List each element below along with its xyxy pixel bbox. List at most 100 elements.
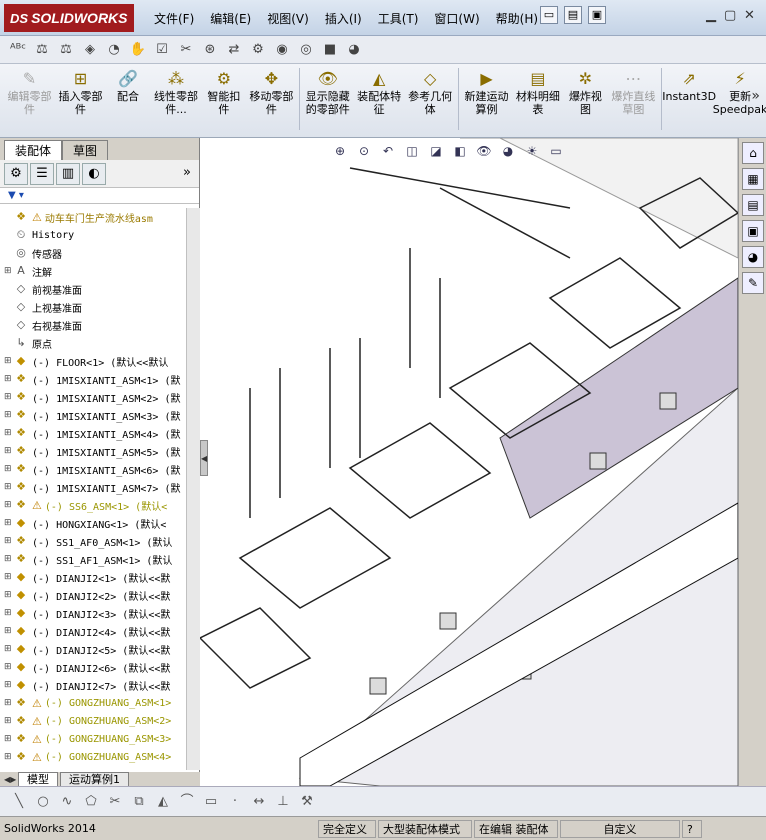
expand-icon[interactable]: ⊞	[4, 734, 14, 744]
circle-icon[interactable]: ○	[34, 793, 52, 811]
expand-icon[interactable]: ⊞	[4, 590, 14, 600]
expand-icon[interactable]: ⊞	[4, 428, 14, 438]
tree-item[interactable]: ◇ 上视基准面	[0, 298, 186, 316]
scenes-icon[interactable]: ☀	[522, 142, 542, 160]
repair-icon[interactable]: ⚒	[298, 793, 316, 811]
command-button[interactable]: 👁 显示隐藏的零部件	[302, 64, 354, 116]
help-icon[interactable]: ?	[682, 819, 702, 838]
expand-icon[interactable]: ⊞	[4, 266, 14, 276]
zoom-to-fit-icon[interactable]: ⊕	[330, 142, 350, 160]
expand-icon[interactable]: ⊞	[4, 374, 14, 384]
point-icon[interactable]: ·	[226, 793, 244, 811]
command-tab[interactable]: 装配体	[4, 140, 63, 160]
menu-item[interactable]: 窗口(W)	[426, 10, 487, 27]
hide-show-items-icon[interactable]: 👁	[474, 142, 494, 160]
tree-item[interactable]: ⊞ ◆ (-) DIANJI2<7> (默认<<默	[0, 676, 186, 694]
tree-item[interactable]: ⊞ ❖ ⚠ (-) GONGZHUANG_ASM<1>	[0, 694, 186, 712]
custom-properties-icon[interactable]: ✎	[742, 272, 764, 294]
expand-icon[interactable]: ⊞	[4, 464, 14, 474]
file-explorer-icon[interactable]: ▤	[742, 194, 764, 216]
command-button[interactable]: ✲ 爆炸视图	[563, 64, 607, 116]
more-commands-icon[interactable]: »	[751, 88, 760, 104]
solidworks-resources-icon[interactable]: ⌂	[742, 142, 764, 164]
command-button[interactable]: ✥ 移动零部件	[246, 64, 297, 116]
command-button[interactable]: ⋯ 爆炸直线草图	[607, 64, 659, 116]
render-icon[interactable]: ◉	[272, 40, 292, 60]
tree-item[interactable]: ⊞ ◆ (-) DIANJI2<3> (默认<<默	[0, 604, 186, 622]
command-button[interactable]: ⊞ 插入零部件	[55, 64, 106, 116]
performance-icon[interactable]: ◔	[104, 40, 124, 60]
design-library-icon[interactable]: ▦	[742, 168, 764, 190]
tree-item[interactable]: ⊞ ◆ (-) DIANJI2<2> (默认<<默	[0, 586, 186, 604]
spellcheck-icon[interactable]: ᴬᴮᶜ	[8, 40, 28, 60]
tab-model[interactable]: 模型	[18, 771, 58, 787]
rectangle-icon[interactable]: ▭	[202, 793, 220, 811]
tree-item[interactable]: ⊞ ◆ (-) FLOOR<1> (默认<<默认	[0, 352, 186, 370]
expand-panel-icon[interactable]: »	[181, 163, 193, 185]
menu-item[interactable]: 帮助(H)	[488, 10, 546, 27]
tree-item[interactable]: ↳ 原点	[0, 334, 186, 352]
mass-properties-icon[interactable]: ⚖	[56, 40, 76, 60]
edit-appearance-icon[interactable]: ◕	[498, 142, 518, 160]
configuration-manager-tab-icon[interactable]: ▥	[56, 162, 80, 185]
expand-icon[interactable]: ⊞	[4, 518, 14, 528]
tree-item[interactable]: ⊞ ❖ (-) 1MISXIANTI_ASM<5> (默	[0, 442, 186, 460]
hole-align-icon[interactable]: ⊛	[200, 40, 220, 60]
tree-item[interactable]: ⊞ ❖ (-) 1MISXIANTI_ASM<7> (默	[0, 478, 186, 496]
relation-icon[interactable]: ⊥	[274, 793, 292, 811]
tree-scrollbar[interactable]	[186, 208, 200, 770]
menu-item[interactable]: 编辑(E)	[202, 10, 259, 27]
status-units[interactable]: 自定义	[560, 819, 680, 838]
zoom-area-icon[interactable]: ⊙	[354, 142, 374, 160]
command-button[interactable]: ⁂ 线性零部件...	[150, 64, 202, 116]
sustainability-icon[interactable]: ◎	[296, 40, 316, 60]
tree-item[interactable]: ⊞ ◆ (-) DIANJI2<1> (默认<<默	[0, 568, 186, 586]
filter-icon[interactable]: ▼ ▾	[0, 188, 199, 204]
tree-item[interactable]: ⊞ ❖ (-) SS1_AF0_ASM<1> (默认	[0, 532, 186, 550]
command-button[interactable]: ▤ 材料明细表	[512, 64, 563, 116]
expand-icon[interactable]: ⊞	[4, 392, 14, 402]
expand-icon[interactable]: ⊞	[4, 680, 14, 690]
menu-item[interactable]: 视图(V)	[259, 10, 317, 27]
tree-item[interactable]: ⊞ ❖ ⚠ (-) GONGZHUANG_ASM<2>	[0, 712, 186, 730]
command-button[interactable]: ⇗ Instant3D	[662, 64, 716, 103]
expand-icon[interactable]: ⊞	[4, 500, 14, 510]
expand-icon[interactable]: ⊞	[4, 536, 14, 546]
tree-item[interactable]: ◇ 右视基准面	[0, 316, 186, 334]
compare-icon[interactable]: ⇄	[224, 40, 244, 60]
expand-icon[interactable]: ⊞	[4, 644, 14, 654]
open-folder-icon[interactable]: ▤	[564, 6, 582, 24]
tree-item[interactable]: ⊞ ❖ (-) 1MISXIANTI_ASM<2> (默	[0, 388, 186, 406]
command-button[interactable]: ⚙ 智能扣件	[202, 64, 246, 116]
expand-icon[interactable]: ⊞	[4, 572, 14, 582]
panel-splitter[interactable]: ◀	[200, 440, 208, 476]
line-icon[interactable]: ╲	[10, 793, 28, 811]
clearance-icon[interactable]: ✂	[176, 40, 196, 60]
tree-item[interactable]: ⊞ ❖ ⚠ (-) GONGZHUANG_ASM<3>	[0, 730, 186, 748]
command-tab[interactable]: 草图	[62, 140, 109, 160]
appearances-icon[interactable]: ◕	[742, 246, 764, 268]
display-style-icon[interactable]: ◧	[450, 142, 470, 160]
tree-item[interactable]: ⊞ ◆ (-) DIANJI2<4> (默认<<默	[0, 622, 186, 640]
save-icon[interactable]: ▣	[588, 6, 606, 24]
appearance-icon[interactable]: ◕	[344, 40, 364, 60]
color-icon[interactable]: ■	[320, 40, 340, 60]
menu-item[interactable]: 文件(F)	[146, 10, 202, 27]
display-manager-tab-icon[interactable]: ◐	[82, 162, 106, 185]
tree-item[interactable]: ⊞ ◆ (-) HONGXIANG<1> (默认<	[0, 514, 186, 532]
minimize-button[interactable]: ▁	[706, 8, 716, 23]
expand-icon[interactable]: ⊞	[4, 554, 14, 564]
offset-icon[interactable]: ⧉	[130, 793, 148, 811]
tree-item[interactable]: ⊞ ◆ (-) DIANJI2<5> (默认<<默	[0, 640, 186, 658]
new-document-icon[interactable]: ▭	[540, 6, 558, 24]
view-orientation-icon[interactable]: ◪	[426, 142, 446, 160]
check-icon[interactable]: ☑	[152, 40, 172, 60]
tree-item[interactable]: ◎ 传感器	[0, 244, 186, 262]
tree-item[interactable]: ⊞ ❖ ⚠ (-) GONGZHUANG_ASM<4>	[0, 748, 186, 766]
measure-icon[interactable]: ⚖	[32, 40, 52, 60]
expand-icon[interactable]: ⊞	[4, 752, 14, 762]
feature-manager-tab-icon[interactable]: ⚙	[4, 162, 28, 185]
tree-item[interactable]: ⊞ ◆ (-) DIANJI2<6> (默认<<默	[0, 658, 186, 676]
menu-item[interactable]: 插入(I)	[317, 10, 370, 27]
expand-icon[interactable]: ⊞	[4, 410, 14, 420]
